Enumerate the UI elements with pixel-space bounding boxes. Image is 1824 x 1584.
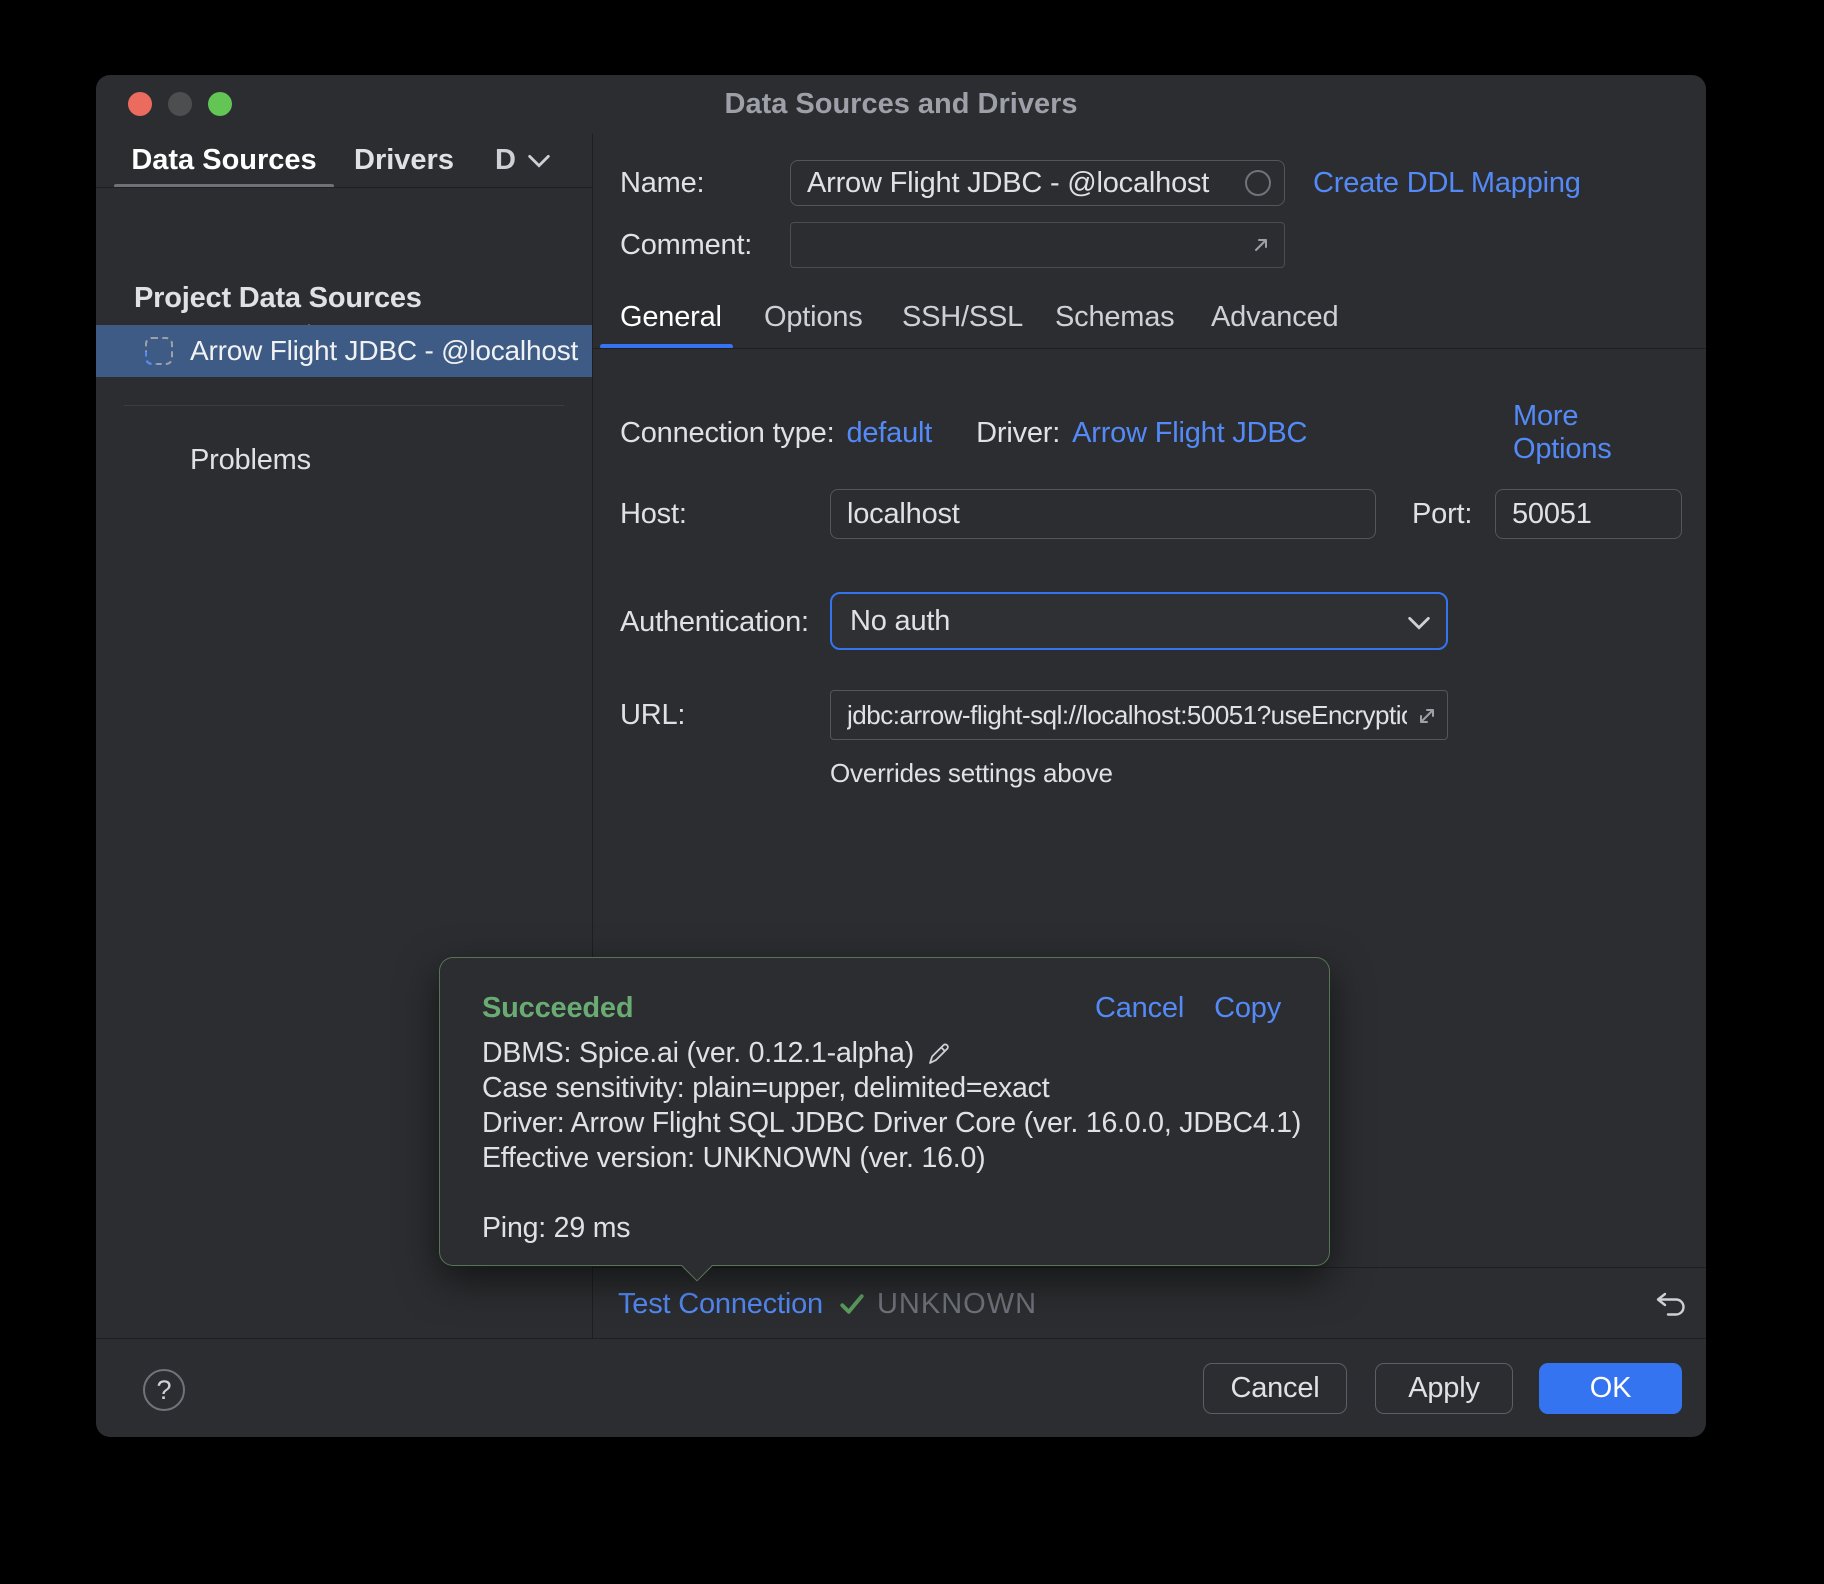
tab-schemas[interactable]: Schemas xyxy=(1055,302,1175,332)
driver-label: Driver: xyxy=(976,417,1060,450)
sidebar-divider xyxy=(124,405,564,406)
test-connection-popup: Succeeded Cancel Copy DBMS: Spice.ai (ve… xyxy=(439,957,1330,1266)
url-field-wrap xyxy=(830,690,1448,740)
connection-type-label: Connection type: xyxy=(620,417,834,450)
popup-line-dbms: DBMS: Spice.ai (ver. 0.12.1-alpha) xyxy=(482,1037,952,1070)
name-input[interactable] xyxy=(790,160,1285,206)
popup-line-driver: Driver: Arrow Flight SQL JDBC Driver Cor… xyxy=(482,1107,1301,1140)
cancel-button[interactable]: Cancel xyxy=(1203,1363,1347,1414)
tab-general[interactable]: General xyxy=(620,302,722,332)
comment-input[interactable] xyxy=(790,222,1285,268)
apply-button[interactable]: Apply xyxy=(1375,1363,1513,1414)
name-progress-ring-icon xyxy=(1245,170,1271,196)
tab-advanced[interactable]: Advanced xyxy=(1211,302,1338,332)
data-source-label: Arrow Flight JDBC - @localhost xyxy=(190,325,578,377)
connection-type-row: Connection type: default Driver: Arrow F… xyxy=(620,418,1307,448)
name-label: Name: xyxy=(620,168,704,198)
window-title: Data Sources and Drivers xyxy=(96,75,1706,133)
tab-data-sources-label: Data Sources xyxy=(131,144,316,176)
host-input[interactable] xyxy=(830,489,1376,539)
host-label: Host: xyxy=(620,499,687,529)
data-source-icon xyxy=(145,337,173,365)
expand-url-icon[interactable] xyxy=(1414,703,1440,729)
sidebar-toolbar xyxy=(96,188,592,245)
expand-comment-icon[interactable] xyxy=(1249,233,1273,257)
footer-divider xyxy=(96,1338,1706,1339)
more-options-label: More Options xyxy=(1513,400,1612,466)
undo-icon[interactable] xyxy=(1652,1287,1690,1321)
tab-data-sources[interactable]: Data Sources xyxy=(114,133,334,188)
tab-truncated-label: D xyxy=(495,133,516,188)
popup-line-case: Case sensitivity: plain=upper, delimited… xyxy=(482,1072,1049,1105)
test-connection-link[interactable]: Test Connection xyxy=(618,1288,823,1321)
data-source-icon-accent xyxy=(145,337,173,365)
tab-ssh-ssl[interactable]: SSH/SSL xyxy=(902,302,1023,332)
tab-overflow[interactable]: D xyxy=(495,133,565,188)
port-input[interactable] xyxy=(1495,489,1682,539)
tab-drivers[interactable]: Drivers xyxy=(354,133,454,188)
port-label: Port: xyxy=(1412,499,1472,529)
section-header-project-data-sources: Project Data Sources xyxy=(134,283,422,313)
chevron-down-icon xyxy=(528,154,550,168)
popup-line-dbms-text: DBMS: Spice.ai (ver. 0.12.1-alpha) xyxy=(482,1037,914,1070)
sidebar-item-problems[interactable]: Problems xyxy=(190,443,311,477)
success-check-icon xyxy=(839,1293,865,1315)
driver-value-link[interactable]: Arrow Flight JDBC xyxy=(1072,417,1307,450)
tabs-divider xyxy=(593,348,1706,349)
popup-line-ping: Ping: 29 ms xyxy=(482,1212,630,1245)
popup-cancel-link[interactable]: Cancel xyxy=(1095,992,1184,1025)
popup-actions: Cancel Copy xyxy=(1095,992,1281,1024)
dialog-window: Data Sources and Drivers Data Sources Dr… xyxy=(96,75,1706,1437)
sidebar-tabbar: Data Sources Drivers D xyxy=(96,133,592,188)
authentication-dropdown[interactable]: No auth xyxy=(830,592,1448,650)
test-connection-row: Test Connection UNKNOWN xyxy=(618,1287,1037,1321)
test-row-divider xyxy=(593,1267,1706,1268)
popup-copy-link[interactable]: Copy xyxy=(1214,992,1281,1025)
popup-arrow xyxy=(681,1250,712,1281)
create-ddl-mapping-link[interactable]: Create DDL Mapping xyxy=(1313,168,1581,198)
tab-options[interactable]: Options xyxy=(764,302,863,332)
edit-pencil-icon[interactable] xyxy=(926,1041,952,1067)
comment-field-wrap xyxy=(790,222,1285,268)
connection-type-value-link[interactable]: default xyxy=(846,417,932,450)
help-question-icon: ? xyxy=(156,1375,171,1406)
titlebar: Data Sources and Drivers xyxy=(96,75,1706,133)
name-field-wrap xyxy=(790,160,1285,206)
url-input[interactable] xyxy=(830,690,1448,740)
url-label: URL: xyxy=(620,700,685,730)
comment-label: Comment: xyxy=(620,230,752,260)
popup-status: Succeeded xyxy=(482,992,633,1025)
help-button[interactable]: ? xyxy=(143,1369,185,1411)
url-hint: Overrides settings above xyxy=(830,758,1113,789)
ok-button[interactable]: OK xyxy=(1539,1363,1682,1414)
authentication-value: No auth xyxy=(850,605,950,638)
test-result-text: UNKNOWN xyxy=(877,1288,1037,1321)
data-source-row[interactable]: Arrow Flight JDBC - @localhost xyxy=(96,325,592,377)
screen: Data Sources and Drivers Data Sources Dr… xyxy=(0,0,1824,1584)
dropdown-chevron-icon xyxy=(1408,616,1430,630)
popup-line-version: Effective version: UNKNOWN (ver. 16.0) xyxy=(482,1142,985,1175)
tab-drivers-label: Drivers xyxy=(354,144,454,176)
authentication-label: Authentication: xyxy=(620,607,809,637)
